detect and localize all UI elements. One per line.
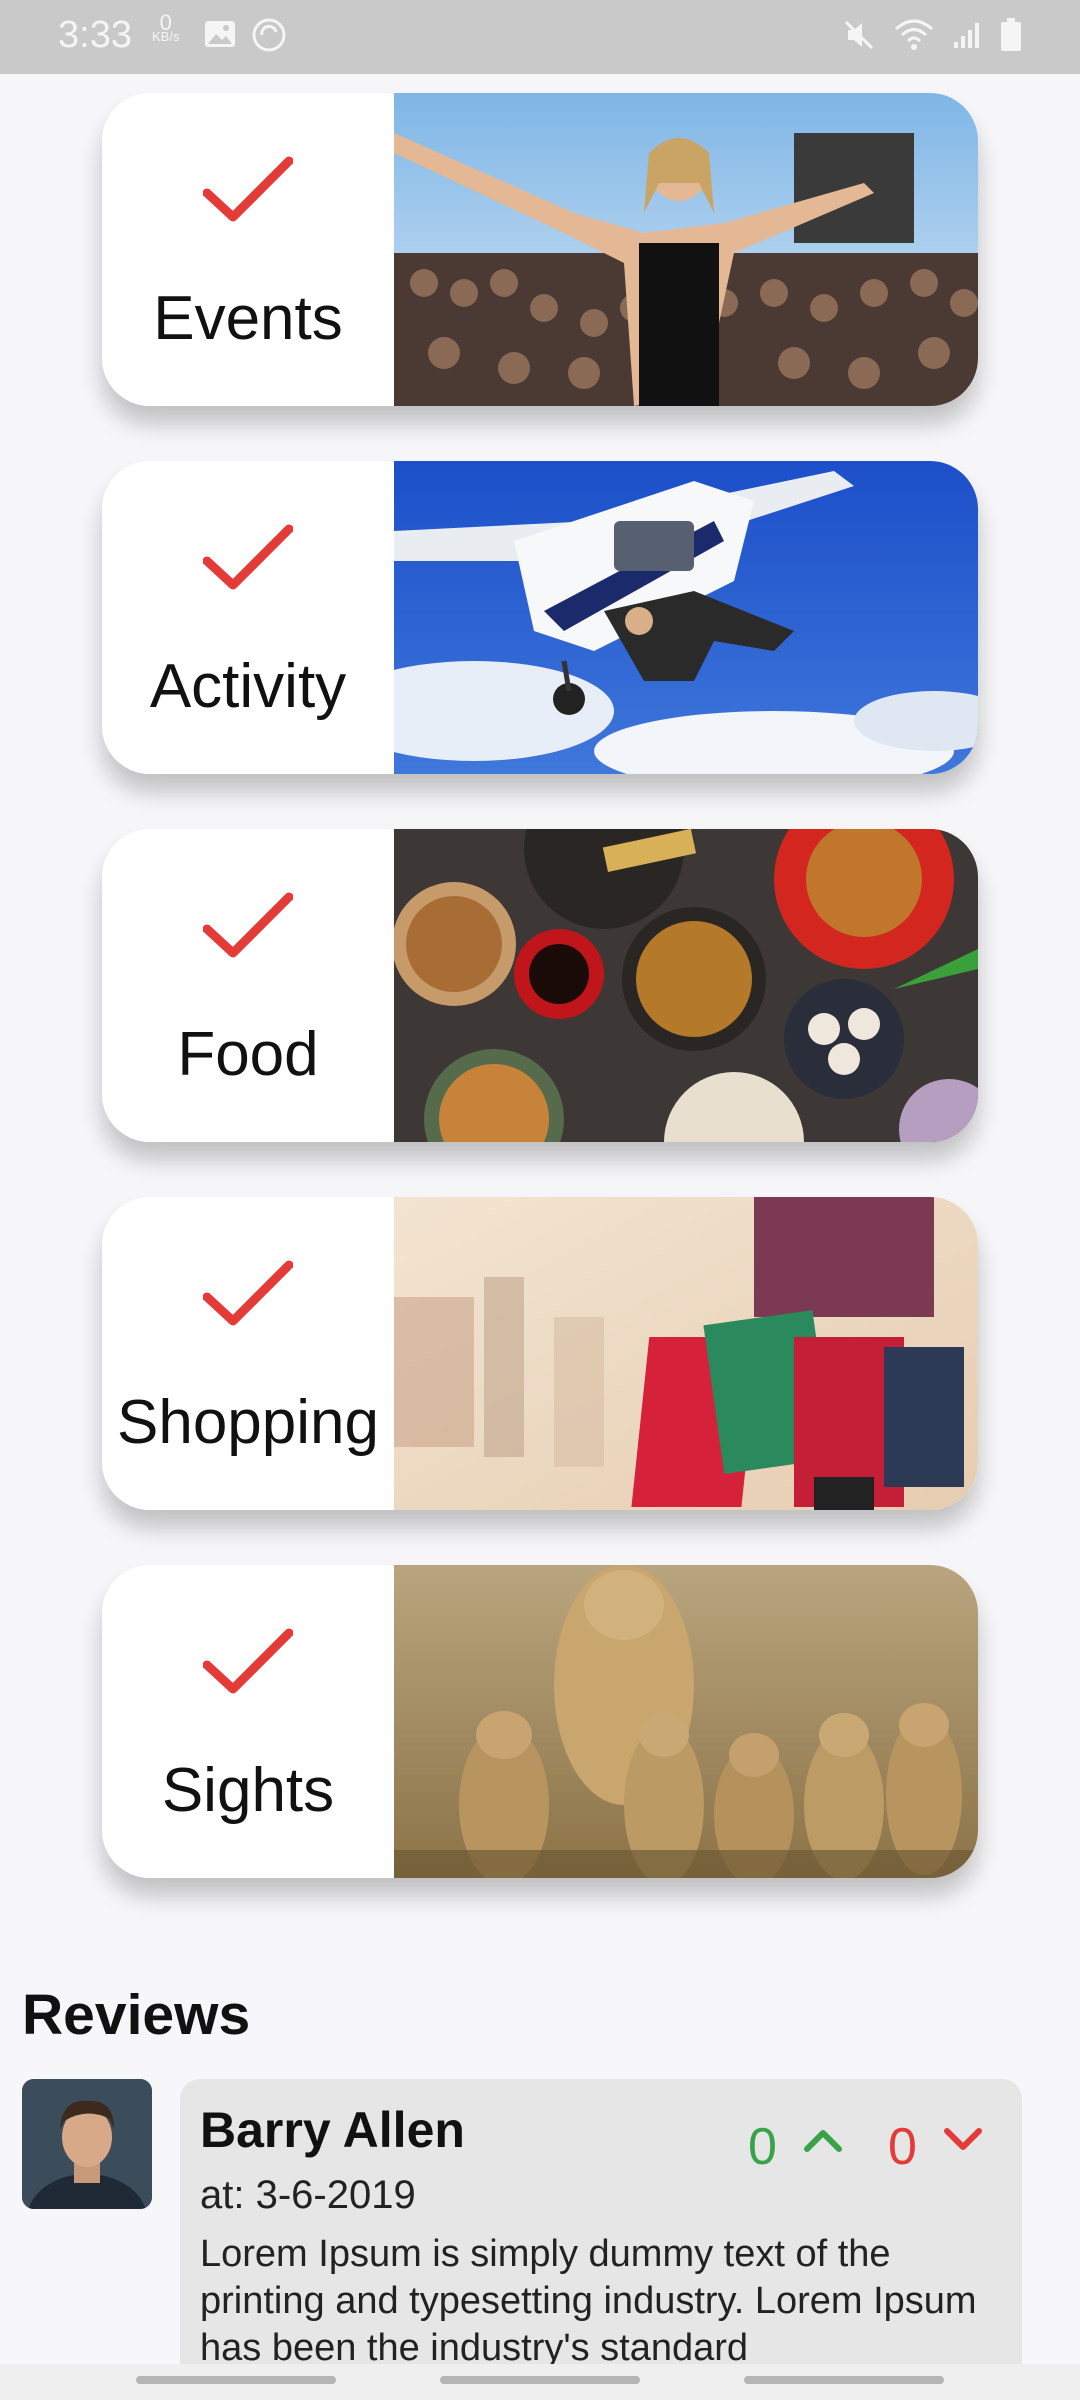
downvote-count: 0: [888, 2118, 917, 2176]
category-label: Events: [153, 284, 343, 353]
category-card-left: Activity: [102, 461, 394, 774]
category-card-left: Sights: [102, 1565, 394, 1878]
nav-home-button[interactable]: [440, 2376, 640, 2384]
status-icons: [842, 18, 1022, 52]
mute-icon: [844, 20, 874, 50]
category-label: Sights: [161, 1756, 335, 1825]
upvote-count: 0: [748, 2118, 777, 2176]
category-card-left: Events: [102, 93, 394, 406]
category-card-activity[interactable]: Activity: [102, 461, 978, 774]
status-time: 3:33: [58, 14, 132, 56]
category-label: Food: [177, 1020, 319, 1089]
check-icon: [203, 1260, 293, 1326]
concert-crowd-image: [394, 93, 978, 406]
category-card-sights[interactable]: Sights: [102, 1565, 978, 1878]
system-nav-bar: [0, 2364, 1080, 2400]
nav-back-button[interactable]: [744, 2376, 944, 2384]
gallery-icon: [205, 21, 235, 47]
network-speed-value: 0: [159, 10, 172, 35]
network-speed: 0 KB/s: [152, 10, 180, 44]
wifi-icon: [895, 19, 933, 50]
check-icon: [203, 1628, 293, 1694]
category-label: Shopping: [116, 1388, 380, 1457]
category-card-left: Shopping: [102, 1197, 394, 1510]
shopping-bags-image: [394, 1197, 978, 1510]
review-card: Barry Allen at: 3-6-2019 0 0 Lorem Ipsum…: [180, 2079, 1022, 2400]
signal-icon: [954, 23, 979, 48]
review-text: Lorem Ipsum is simply dummy text of the …: [200, 2233, 977, 2369]
reviewer-name: Barry Allen: [200, 2102, 465, 2158]
asian-food-spread-image: [394, 829, 978, 1142]
check-icon: [203, 524, 293, 590]
chevron-up-icon[interactable]: [802, 2125, 844, 2155]
review-date: at: 3-6-2019: [200, 2173, 416, 2217]
reviews-heading: Reviews: [22, 1983, 251, 2047]
category-card-shopping[interactable]: Shopping: [102, 1197, 978, 1510]
category-label: Activity: [149, 652, 347, 721]
cheetah-family-image: [394, 1565, 978, 1878]
avatar[interactable]: [22, 2079, 152, 2209]
sync-icon: [252, 18, 286, 52]
skydiving-plane-image: [394, 461, 978, 774]
nav-recents-button[interactable]: [136, 2376, 336, 2384]
category-card-food[interactable]: Food: [102, 829, 978, 1142]
chevron-down-icon[interactable]: [942, 2125, 984, 2155]
network-speed-unit: KB/s: [152, 29, 180, 44]
status-bar: 3:33 0 KB/s: [0, 0, 1080, 74]
check-icon: [203, 892, 293, 958]
reviewer-photo: [22, 2079, 152, 2209]
battery-icon: [1001, 18, 1021, 51]
category-card-left: Food: [102, 829, 394, 1142]
check-icon: [203, 156, 293, 222]
category-card-events[interactable]: Events: [102, 93, 978, 406]
